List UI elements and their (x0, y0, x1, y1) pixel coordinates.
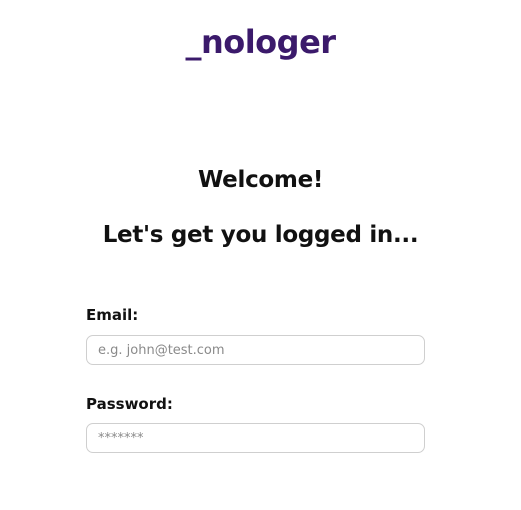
email-label: Email: (86, 306, 139, 324)
brand-logo: _nologer (185, 23, 336, 61)
password-label: Password: (86, 395, 173, 413)
password-field[interactable] (86, 423, 425, 453)
email-field[interactable] (86, 335, 425, 365)
welcome-heading: Welcome! (197, 167, 324, 193)
login-subtitle: Let's get you logged in... (102, 222, 419, 248)
